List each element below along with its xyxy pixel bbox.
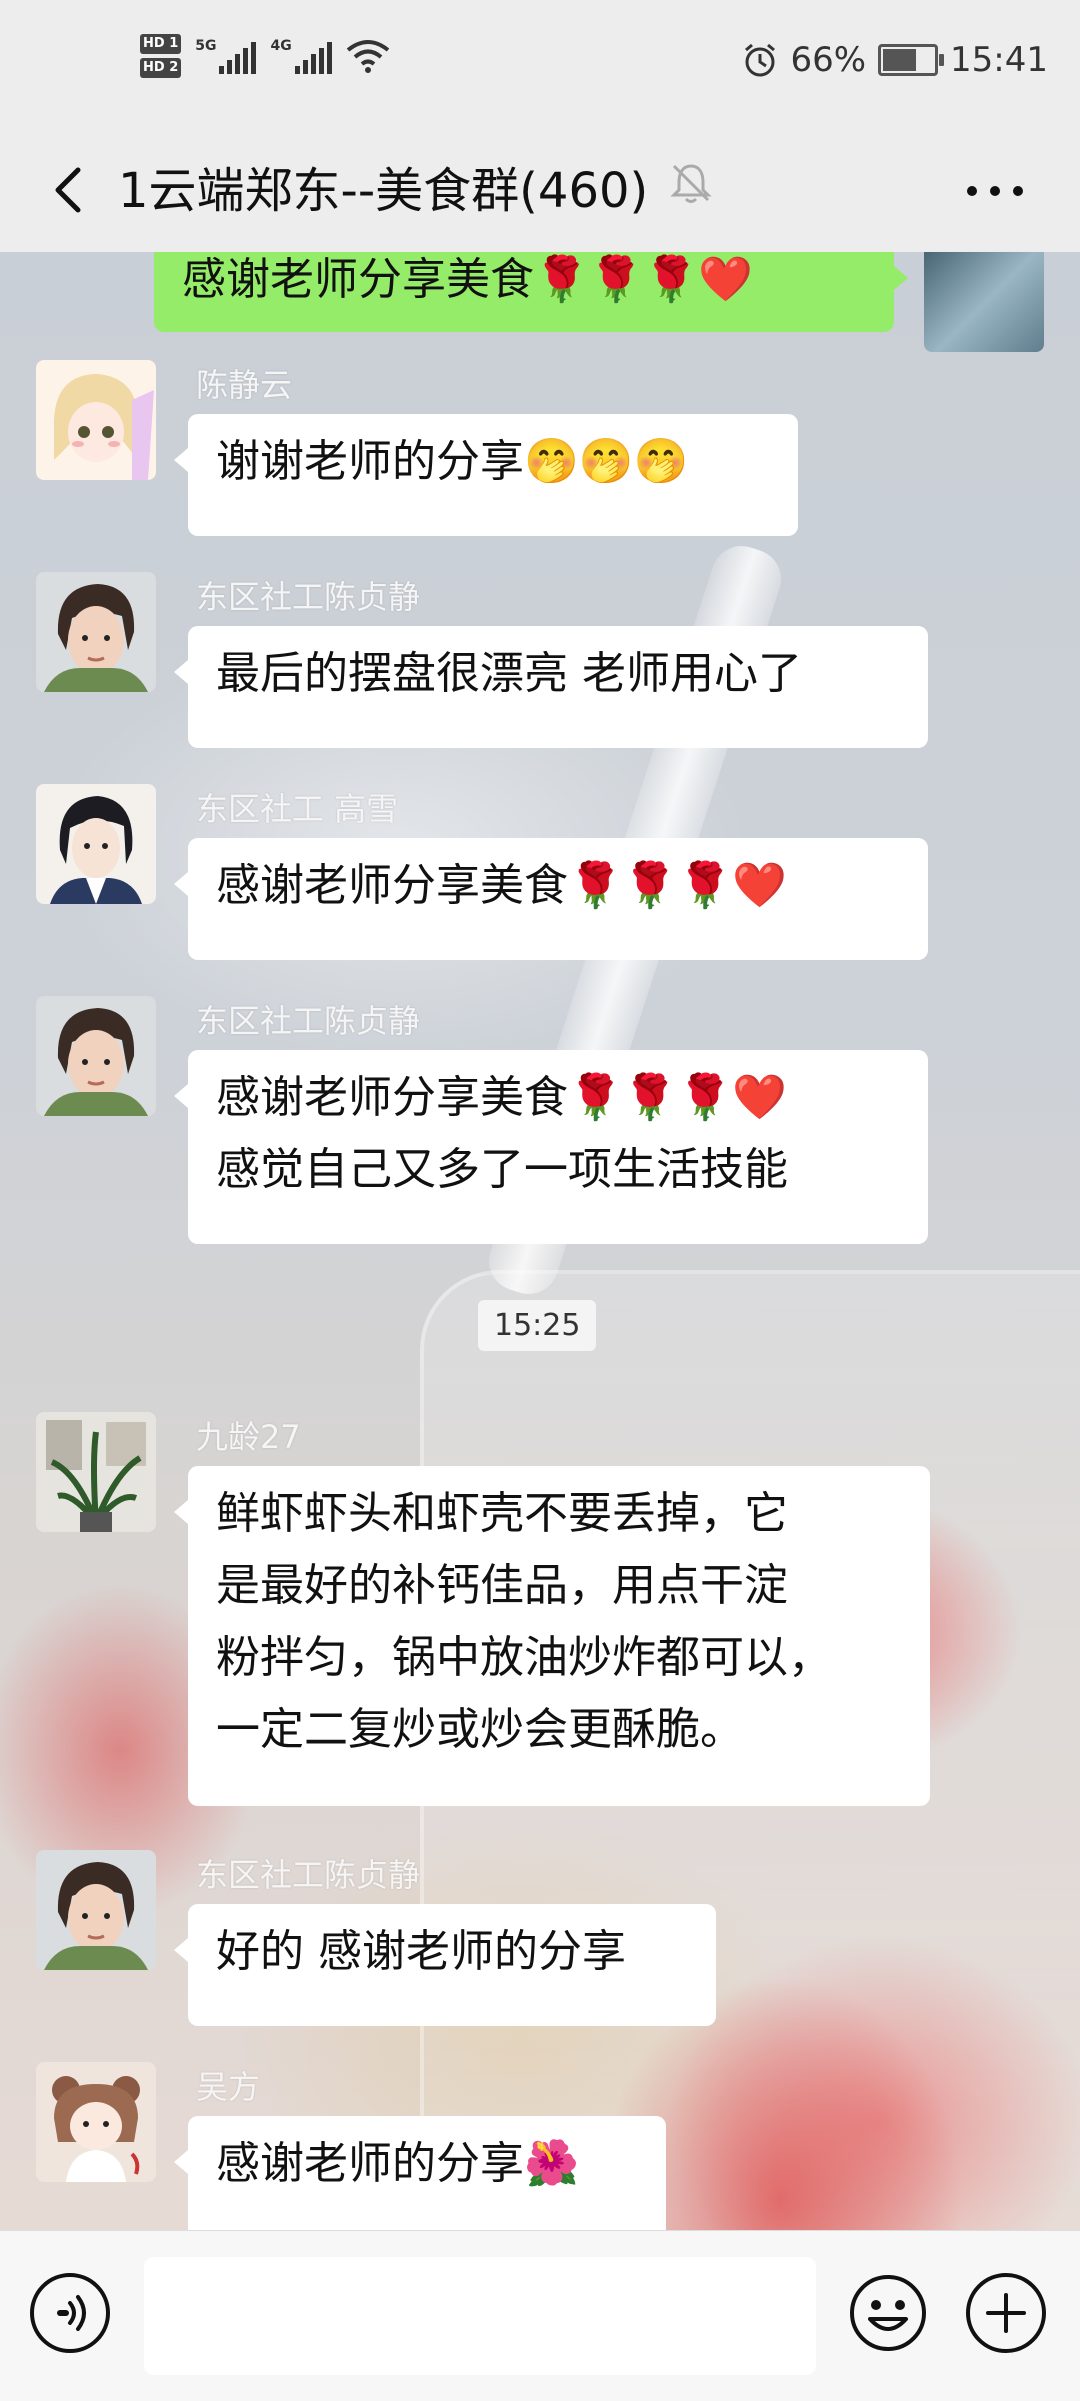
cartoon-bear-girl-avatar-icon <box>36 2062 156 2182</box>
message-text: 最后的摆盘很漂亮 老师用心了 <box>216 648 802 699</box>
chat-header: 1云端郑东--美食群(460) <box>0 130 1080 252</box>
voice-input-button[interactable] <box>30 2273 110 2353</box>
avatar[interactable] <box>36 1850 156 1970</box>
add-more-icon <box>986 2293 1026 2333</box>
signal-4g-icon: 4G <box>270 38 332 74</box>
sender-name: 东区社工 高雪 <box>196 790 399 828</box>
status-bar: HD 1 HD 2 5G 4G 66% 15:41 <box>0 0 1080 130</box>
sender-name: 九龄27 <box>196 1418 301 1456</box>
wifi-icon <box>346 40 389 73</box>
message-text-line: 感谢老师分享美食🌹🌹🌹❤️ <box>216 1072 788 1123</box>
message-text: 感谢老师分享美食🌹🌹🌹❤️ <box>182 254 754 305</box>
message-text: 感谢老师分享美食🌹🌹🌹❤️ <box>216 860 788 911</box>
message-text: 谢谢老师的分享🤭🤭🤭 <box>216 436 689 487</box>
message-list[interactable]: 感谢老师分享美食🌹🌹🌹❤️ 陈静云 谢谢老师的分享🤭🤭🤭 东区社工陈贞静 最后的… <box>0 252 1080 2230</box>
message-text-line: 一定二复炒或炒会更酥脆。 <box>216 1704 744 1755</box>
message-input[interactable] <box>144 2257 816 2375</box>
illustrated-woman-avatar-icon <box>36 784 156 904</box>
sender-name: 陈静云 <box>196 366 293 404</box>
signal-5g-icon: 5G <box>195 38 257 74</box>
avatar[interactable] <box>36 360 156 480</box>
hd-2-badge: HD 2 <box>140 58 182 78</box>
emoji-icon[interactable] <box>848 2273 928 2353</box>
message-text: 好的 感谢老师的分享 <box>216 1926 626 1977</box>
message-text-line: 鲜虾虾头和虾壳不要丢掉，它 <box>216 1488 788 1539</box>
avatar[interactable] <box>36 996 156 1116</box>
status-left: HD 1 HD 2 5G 4G <box>140 32 390 80</box>
message-text-line: 感觉自己又多了一项生活技能 <box>216 1144 788 1195</box>
message-bubble[interactable]: 好的 感谢老师的分享 <box>174 1904 716 2026</box>
message-bubble[interactable]: 谢谢老师的分享🤭🤭🤭 <box>174 414 798 536</box>
message-text-line: 是最好的补钙佳品，用点干淀 <box>216 1560 788 1611</box>
voice-input-icon <box>57 2295 86 2331</box>
message-bubble[interactable]: 最后的摆盘很漂亮 老师用心了 <box>174 626 928 748</box>
woman-photo-avatar-icon <box>36 572 156 692</box>
input-bar <box>0 2230 1080 2401</box>
woman-photo-avatar-icon <box>36 996 156 1116</box>
avatar[interactable] <box>36 572 156 692</box>
cartoon-girl-avatar-icon <box>36 360 156 480</box>
message-bubble[interactable]: 感谢老师分享美食🌹🌹🌹❤️ <box>174 838 928 960</box>
mute-bell-icon <box>670 164 712 203</box>
sender-name: 东区社工陈贞静 <box>196 578 421 616</box>
message-bubble[interactable]: 鲜虾虾头和虾壳不要丢掉，它 是最好的补钙佳品，用点干淀 粉拌匀，锅中放油炒炸都可… <box>174 1466 930 1806</box>
status-right: 66% 15:41 <box>742 40 1048 80</box>
hd-1-badge: HD 1 <box>140 34 182 54</box>
avatar[interactable] <box>36 784 156 904</box>
woman-photo-avatar-icon <box>36 1850 156 1970</box>
battery-fill <box>883 49 917 71</box>
avatar[interactable] <box>36 1412 156 1532</box>
chat-title[interactable]: 1云端郑东--美食群(460) <box>118 156 648 226</box>
more-options-icon[interactable] <box>960 174 1030 208</box>
alarm-icon <box>745 43 776 77</box>
sender-name: 吴方 <box>196 2068 261 2106</box>
battery-percent: 66% <box>790 40 867 80</box>
message-text-line: 粉拌匀，锅中放油炒炸都可以， <box>216 1632 832 1683</box>
back-arrow-icon[interactable] <box>40 160 100 220</box>
hd-indicators: HD 1 HD 2 <box>140 32 182 80</box>
add-more-button[interactable] <box>966 2273 1046 2353</box>
self-avatar[interactable] <box>924 252 1044 352</box>
message-bubble[interactable]: 感谢老师分享美食🌹🌹🌹❤️ 感觉自己又多了一项生活技能 <box>174 1050 928 1244</box>
avatar[interactable] <box>36 2062 156 2182</box>
sender-name: 东区社工陈贞静 <box>196 1002 421 1040</box>
battery-icon <box>878 44 945 76</box>
sender-name: 东区社工陈贞静 <box>196 1856 421 1894</box>
message-bubble-self[interactable]: 感谢老师分享美食🌹🌹🌹❤️ <box>154 252 908 332</box>
message-bubble[interactable]: 感谢老师的分享🌺 <box>174 2116 666 2230</box>
message-text: 感谢老师的分享🌺 <box>216 2138 579 2189</box>
clock: 15:41 <box>950 40 1048 80</box>
time-separator: 15:25 <box>478 1300 597 1351</box>
plant-photo-avatar-icon <box>36 1412 156 1532</box>
